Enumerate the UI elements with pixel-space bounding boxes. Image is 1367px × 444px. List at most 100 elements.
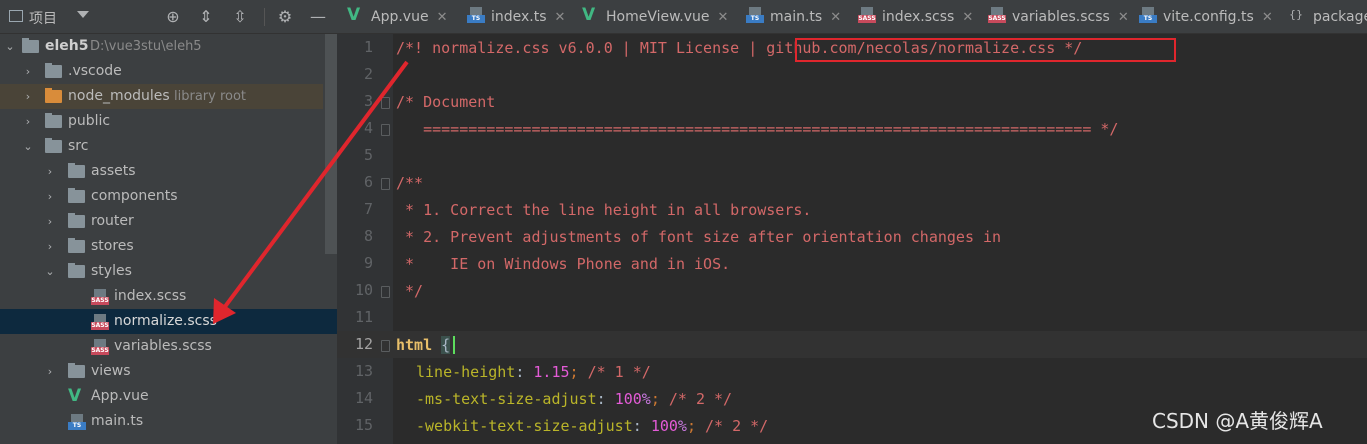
tree-item-styles[interactable]: ⌄ styles xyxy=(0,259,337,284)
close-icon[interactable]: ✕ xyxy=(830,10,841,25)
close-icon[interactable]: ✕ xyxy=(555,10,566,25)
tab-vite-config-ts[interactable]: TS vite.config.ts ✕ xyxy=(1139,0,1273,34)
vue-icon: V xyxy=(347,5,361,25)
chevron-right-icon[interactable]: › xyxy=(44,209,56,234)
json-file-icon: {} xyxy=(1289,8,1303,21)
chevron-right-icon[interactable]: › xyxy=(22,59,34,84)
chevron-right-icon[interactable]: › xyxy=(22,84,34,109)
fold-marker-icon[interactable] xyxy=(381,340,390,352)
line-number: 10 xyxy=(354,281,373,299)
tab-index-ts[interactable]: TS index.ts ✕ xyxy=(467,0,565,34)
tree-item-label: App.vue xyxy=(91,388,149,404)
tree-item-src[interactable]: ⌄ src xyxy=(0,134,337,159)
code-line-6[interactable]: /** xyxy=(396,170,423,197)
tab-index-scss[interactable]: SASS index.scss ✕ xyxy=(858,0,973,34)
tab-main-ts[interactable]: TS main.ts ✕ xyxy=(746,0,841,34)
tab-homeview-vue[interactable]: V HomeView.vue ✕ xyxy=(582,0,728,34)
code-line-15[interactable]: -webkit-text-size-adjust: 100%; /* 2 */ xyxy=(416,413,768,440)
tree-item-node-modules[interactable]: › node_modules library root xyxy=(0,84,323,109)
fold-marker-icon[interactable] xyxy=(381,178,390,190)
tree-item-components[interactable]: › components xyxy=(0,184,337,209)
sass-file-icon: SASS xyxy=(858,7,876,23)
line-number: 14 xyxy=(354,389,373,407)
chevron-right-icon[interactable]: › xyxy=(22,109,34,134)
fold-marker-icon[interactable] xyxy=(381,124,390,136)
folder-icon xyxy=(68,238,85,253)
close-icon[interactable]: ✕ xyxy=(1118,10,1129,25)
tab-package[interactable]: {} package xyxy=(1289,0,1367,34)
ts-file-icon: TS xyxy=(467,7,485,23)
tree-item-normalize-scss[interactable]: SASS normalize.scss xyxy=(0,309,337,334)
vue-icon: V xyxy=(582,5,596,25)
close-icon[interactable]: ✕ xyxy=(1262,10,1273,25)
chevron-right-icon[interactable]: › xyxy=(44,159,56,184)
fold-marker-icon[interactable] xyxy=(381,97,390,109)
tree-item-assets[interactable]: › assets xyxy=(0,159,337,184)
tab-label: index.ts xyxy=(491,9,547,25)
folder-icon xyxy=(68,263,85,278)
ts-file-icon: TS xyxy=(68,414,86,430)
code-line-8[interactable]: * 2. Prevent adjustments of font size af… xyxy=(396,224,1001,251)
chevron-right-icon[interactable]: › xyxy=(44,359,56,384)
expand-all-icon[interactable]: ⇕ xyxy=(197,8,215,26)
chevron-down-icon[interactable] xyxy=(77,11,89,18)
tree-item-index-scss[interactable]: SASS index.scss xyxy=(0,284,337,309)
project-toolbar: 项目 ⊕ ⇕ ⇳ ⚙ — xyxy=(0,0,337,34)
tree-item-stores[interactable]: › stores xyxy=(0,234,337,259)
css-value: 100 xyxy=(614,390,642,408)
tree-item-main-ts[interactable]: TS main.ts xyxy=(0,409,337,434)
chevron-right-icon[interactable]: › xyxy=(44,234,56,259)
tab-app-vue[interactable]: V App.vue ✕ xyxy=(347,0,447,34)
chevron-down-icon[interactable]: ⌄ xyxy=(44,259,56,284)
folder-icon xyxy=(45,63,62,78)
tree-item-label: .vscode xyxy=(68,63,122,79)
tree-item-label: views xyxy=(91,363,131,379)
code-line-7[interactable]: * 1. Correct the line height in all brow… xyxy=(396,197,811,224)
css-brace: { xyxy=(441,336,451,354)
chevron-down-icon[interactable]: ⌄ xyxy=(4,34,16,59)
code-editor: V App.vue ✕ TS index.ts ✕ V HomeView.vue ✕ TS m… xyxy=(337,0,1367,444)
tree-item-eleh5[interactable]: ⌄ eleh5 D:\vue3stu\eleh5 xyxy=(0,34,337,59)
gear-icon[interactable]: ⚙ xyxy=(276,8,294,26)
close-icon[interactable]: ✕ xyxy=(718,10,729,25)
ts-file-icon: TS xyxy=(746,7,764,23)
tree-item-variables-scss[interactable]: SASS variables.scss xyxy=(0,334,337,359)
code-line-13[interactable]: line-height: 1.15; /* 1 */ xyxy=(416,359,651,386)
code-line-9[interactable]: * IE on Windows Phone and in iOS. xyxy=(396,251,730,278)
tree-item-app-vue[interactable]: V App.vue xyxy=(0,384,337,409)
tree-item-label: normalize.scss xyxy=(114,313,217,329)
folder-icon xyxy=(68,188,85,203)
chevron-right-icon[interactable]: › xyxy=(44,184,56,209)
code-line-12[interactable]: html { xyxy=(396,332,451,359)
tree-item-public[interactable]: › public xyxy=(0,109,337,134)
collapse-all-icon[interactable]: ⇳ xyxy=(231,8,249,26)
project-title[interactable]: 项目 xyxy=(29,8,57,28)
css-selector: html xyxy=(396,336,433,354)
fold-marker-icon[interactable] xyxy=(381,286,390,298)
minimize-icon[interactable]: — xyxy=(309,8,327,26)
close-icon[interactable]: ✕ xyxy=(437,10,448,25)
locate-icon[interactable]: ⊕ xyxy=(164,8,182,26)
line-number: 7 xyxy=(363,200,373,218)
close-icon[interactable]: ✕ xyxy=(962,10,973,25)
tree-item-views[interactable]: › views xyxy=(0,359,337,384)
tree-item-label: src xyxy=(68,138,89,154)
chevron-down-icon[interactable]: ⌄ xyxy=(22,134,34,159)
css-value: 100 xyxy=(650,417,678,435)
tree-item-label: stores xyxy=(91,238,134,254)
module-folder-icon xyxy=(22,38,39,53)
tree-item-label: node_modules xyxy=(68,88,170,104)
code-line-4[interactable]: ========================================… xyxy=(396,116,1118,143)
tree-item-vscode[interactable]: › .vscode xyxy=(0,59,337,84)
code-line-14[interactable]: -ms-text-size-adjust: 100%; /* 2 */ xyxy=(416,386,732,413)
code-line-10[interactable]: */ xyxy=(396,278,423,305)
tree-scrollbar[interactable] xyxy=(325,34,337,254)
css-property: line-height xyxy=(416,363,516,381)
tab-label: package xyxy=(1313,9,1367,25)
line-number: 8 xyxy=(363,227,373,245)
tree-item-router[interactable]: › router xyxy=(0,209,337,234)
code-line-3[interactable]: /* Document xyxy=(396,89,495,116)
tab-variables-scss[interactable]: SASS variables.scss ✕ xyxy=(988,0,1129,34)
line-number: 5 xyxy=(363,146,373,164)
sass-file-icon: SASS xyxy=(91,314,109,330)
